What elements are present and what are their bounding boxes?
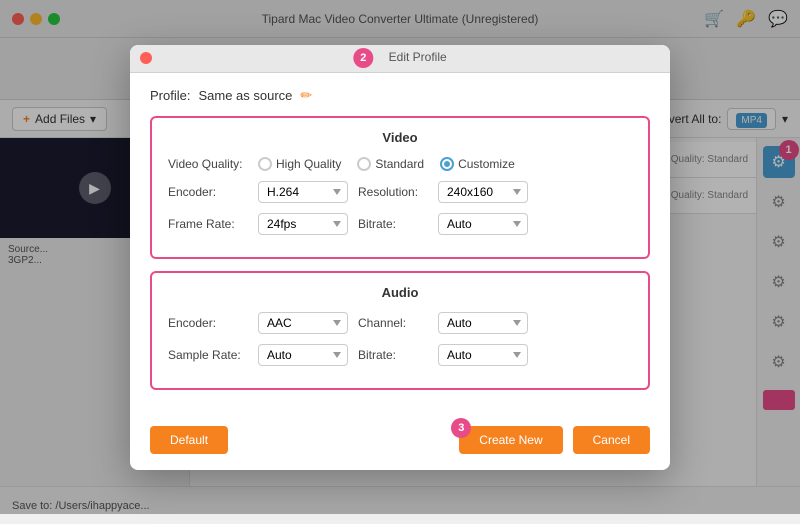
- radio-high-quality-circle: [258, 157, 272, 171]
- profile-label: Profile:: [150, 88, 190, 103]
- resolution-label: Resolution:: [358, 185, 428, 199]
- audio-section-title: Audio: [168, 285, 632, 300]
- cancel-button[interactable]: Cancel: [573, 426, 650, 454]
- profile-row: Profile: Same as source ✏: [150, 87, 650, 104]
- resolution-select[interactable]: 240x160: [438, 181, 528, 203]
- default-button[interactable]: Default: [150, 426, 228, 454]
- sample-rate-label: Sample Rate:: [168, 348, 248, 362]
- channel-select[interactable]: Auto: [438, 312, 528, 334]
- framerate-bitrate-row: Frame Rate: 24fps Bitrate: Auto: [168, 213, 632, 235]
- video-section: Video Video Quality: High Quality Standa…: [150, 116, 650, 259]
- radio-customize[interactable]: Customize: [440, 157, 515, 171]
- video-bitrate-label: Bitrate:: [358, 217, 428, 231]
- audio-encoder-label: Encoder:: [168, 316, 248, 330]
- radio-customize-circle: [440, 157, 454, 171]
- frame-rate-select[interactable]: 24fps: [258, 213, 348, 235]
- audio-bitrate-area: Bitrate: Auto: [358, 344, 632, 366]
- edit-pencil-icon[interactable]: ✏: [300, 87, 312, 104]
- audio-section: Audio Encoder: AAC Channel: Auto: [150, 271, 650, 390]
- encoder-label: Encoder:: [168, 185, 248, 199]
- audio-bitrate-select[interactable]: Auto: [438, 344, 528, 366]
- step-3-area: 3 Create New: [459, 426, 562, 454]
- modal-title-bar: 2 Edit Profile: [130, 45, 670, 73]
- radio-standard-circle: [357, 157, 371, 171]
- radio-standard[interactable]: Standard: [357, 157, 424, 171]
- video-bitrate-select[interactable]: Auto: [438, 213, 528, 235]
- modal-title: 2 Edit Profile: [353, 48, 446, 68]
- resolution-area: Resolution: 240x160: [358, 181, 632, 203]
- step-2-area: 2: [353, 48, 377, 68]
- frame-rate-label: Frame Rate:: [168, 217, 248, 231]
- modal-close-button[interactable]: [140, 52, 152, 64]
- radio-high-quality[interactable]: High Quality: [258, 157, 341, 171]
- channel-area: Channel: Auto: [358, 312, 632, 334]
- footer-right: 3 Create New Cancel: [238, 426, 650, 454]
- bitrate-area: Bitrate: Auto: [358, 213, 632, 235]
- audio-encoder-channel-row: Encoder: AAC Channel: Auto: [168, 312, 632, 334]
- channel-label: Channel:: [358, 316, 428, 330]
- quality-options: High Quality Standard Customize: [258, 157, 515, 171]
- video-section-title: Video: [168, 130, 632, 145]
- edit-profile-modal: 2 Edit Profile Profile: Same as source ✏…: [130, 45, 670, 470]
- encoder-select[interactable]: H.264: [258, 181, 348, 203]
- create-new-button[interactable]: Create New: [459, 426, 562, 454]
- modal-body: Profile: Same as source ✏ Video Video Qu…: [130, 73, 670, 416]
- modal-footer: Default 3 Create New Cancel: [130, 416, 670, 470]
- audio-bitrate-label: Bitrate:: [358, 348, 428, 362]
- step-badge-2: 2: [353, 48, 373, 68]
- sample-rate-bitrate-row: Sample Rate: Auto Bitrate: Auto: [168, 344, 632, 366]
- profile-value: Same as source: [198, 88, 292, 103]
- encoder-resolution-row: Encoder: H.264 Resolution: 240x160: [168, 181, 632, 203]
- modal-overlay: 2 Edit Profile Profile: Same as source ✏…: [0, 0, 800, 514]
- sample-rate-select[interactable]: Auto: [258, 344, 348, 366]
- video-quality-label: Video Quality:: [168, 157, 248, 171]
- audio-encoder-select[interactable]: AAC: [258, 312, 348, 334]
- step-badge-3: 3: [451, 418, 471, 438]
- video-quality-row: Video Quality: High Quality Standard: [168, 157, 632, 171]
